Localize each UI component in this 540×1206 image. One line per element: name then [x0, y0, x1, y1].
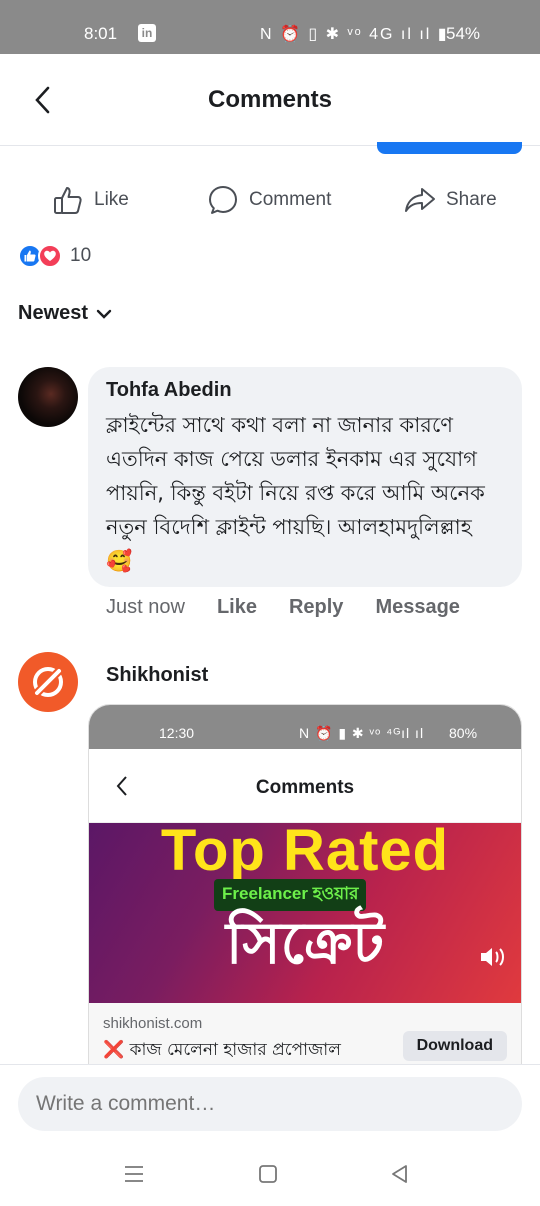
status-bar: 8:01 in N ⏰ ▯ ✱ ᵛᵒ 4G ıl ıl ▮ 54% [0, 0, 540, 54]
comment-input[interactable] [18, 1077, 522, 1131]
back-nav-icon[interactable] [388, 1162, 412, 1186]
comment-author[interactable]: Tohfa Abedin [106, 379, 504, 402]
link-domain: shikhonist.com [103, 1015, 203, 1032]
comment-button[interactable]: Comment [207, 178, 331, 222]
speaker-icon [481, 948, 504, 966]
menu-nav-icon[interactable] [122, 1162, 146, 1186]
shikhonist-avatar[interactable] [18, 652, 78, 712]
cross-mark-icon: ❌ [103, 1040, 125, 1060]
link-title-text: কাজ মেলেনা হাজার প্রপোজাল [129, 1040, 341, 1060]
battery-level: 54% [446, 24, 481, 43]
post-action-bar: Like Comment Share [0, 178, 540, 222]
share-label: Share [446, 189, 497, 210]
inner-status-bar: 12:30 N ⏰ ▮ ✱ ᵛᵒ ⁴ᴳıl ıl 80% [89, 705, 521, 749]
system-nav-bar [0, 1150, 540, 1196]
comment-timestamp: Just now [106, 596, 185, 618]
attached-screenshot[interactable]: 12:30 N ⏰ ▮ ✱ ᵛᵒ ⁴ᴳıl ıl 80% Comments To… [88, 704, 522, 1066]
status-time: 8:01 [84, 24, 118, 43]
comment-reply-button[interactable]: Reply [289, 596, 343, 619]
header: Comments [0, 54, 540, 146]
page-title: Comments [207, 86, 333, 113]
sort-label: Newest [18, 302, 89, 324]
promo-big-text: সিক্রেট [225, 909, 385, 977]
comment-meta: Just now Like Reply Message [106, 596, 460, 619]
shikhonist-logo-icon [33, 667, 63, 697]
status-icons: N ⏰ ▯ ✱ ᵛᵒ 4G ıl ıl ▮ [260, 26, 449, 43]
post-button-edge [377, 142, 522, 154]
chevron-down-icon [96, 309, 112, 319]
love-reaction-icon [38, 244, 62, 268]
reaction-count: 10 [70, 245, 92, 266]
share-icon [405, 188, 435, 212]
home-nav-icon[interactable] [256, 1162, 280, 1186]
inner-title: Comments [255, 777, 355, 798]
comment-text: ক্লাইন্টের সাথে কথা বলা না জানার কারণে এ… [106, 413, 485, 573]
link-title: ❌ কাজ মেলেনা হাজার প্রপোজাল [103, 1037, 341, 1065]
download-button[interactable]: Download [402, 1031, 507, 1061]
reaction-summary[interactable]: 10 [18, 244, 91, 268]
linkedin-icon: in [138, 24, 156, 42]
link-preview: shikhonist.com ❌ কাজ মেলেনা হাজার প্রপোজ… [89, 1003, 521, 1065]
comment-icon [209, 186, 237, 214]
inner-battery-level: 80% [449, 725, 478, 741]
comment-author[interactable]: Shikhonist [106, 664, 208, 687]
sort-dropdown[interactable]: Newest [18, 302, 112, 325]
like-button[interactable]: Like [52, 178, 129, 222]
promo-headline: Top Rated [160, 823, 450, 883]
inner-header: Comments [89, 749, 521, 823]
comment-message-button[interactable]: Message [375, 596, 460, 619]
promo-banner: Top Rated Freelancer হওয়ার সিক্রেট [89, 823, 521, 1003]
avatar[interactable] [18, 367, 78, 427]
thumbs-up-icon [54, 187, 82, 214]
comment-like-button[interactable]: Like [217, 596, 257, 619]
inner-status-time: 12:30 [159, 725, 195, 741]
comment-label: Comment [249, 189, 332, 210]
inner-status-icons: N ⏰ ▮ ✱ ᵛᵒ ⁴ᴳıl ıl [299, 725, 425, 741]
comment-bubble[interactable]: Tohfa Abedin ক্লাইন্টের সাথে কথা বলা না … [88, 367, 522, 587]
like-label: Like [94, 189, 129, 210]
share-button[interactable]: Share [404, 178, 497, 222]
